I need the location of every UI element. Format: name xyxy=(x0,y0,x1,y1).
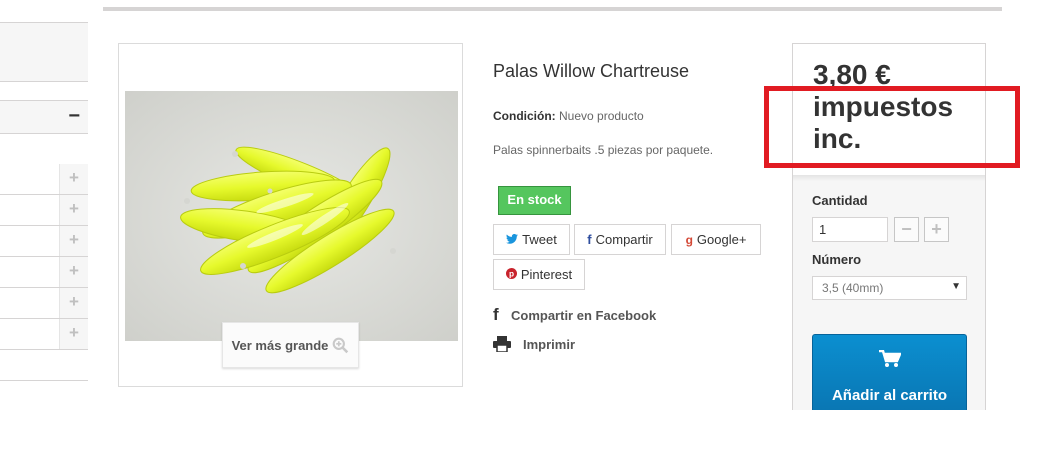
sidebar-item[interactable]: + xyxy=(0,257,88,288)
svg-text:p: p xyxy=(509,270,514,279)
view-larger-button[interactable]: Ver más grande xyxy=(222,322,359,368)
quantity-increment-button[interactable]: + xyxy=(924,217,949,242)
sidebar-item[interactable]: + xyxy=(0,319,88,350)
printer-icon xyxy=(493,336,511,352)
print-link[interactable]: Imprimir xyxy=(493,336,575,352)
quantity-decrement-button[interactable]: − xyxy=(894,217,919,242)
pinterest-icon: p xyxy=(505,267,517,282)
top-divider xyxy=(103,7,1002,11)
sidebar-header-block xyxy=(0,22,88,82)
share-facebook-label: Compartir en Facebook xyxy=(511,307,657,323)
expand-icon[interactable]: + xyxy=(59,226,88,256)
number-select-value: 3,5 (40mm) xyxy=(822,281,884,295)
lure-blades-image xyxy=(125,91,458,341)
facebook-icon: f xyxy=(493,305,499,324)
condition-label: Condición: xyxy=(493,109,556,123)
google-plus-label: Google+ xyxy=(696,232,747,247)
number-label: Número xyxy=(812,252,862,267)
number-select[interactable]: 3,5 (40mm) ▼ xyxy=(812,276,967,300)
product-image-box: Ver más grande xyxy=(118,43,463,387)
expand-icon[interactable]: + xyxy=(59,288,88,318)
expand-icon[interactable]: + xyxy=(59,319,88,349)
sidebar-section-header[interactable]: − xyxy=(0,100,88,134)
twitter-icon xyxy=(506,232,519,247)
quantity-input[interactable] xyxy=(812,217,888,242)
tweet-button[interactable]: Tweet xyxy=(493,224,570,255)
quantity-label: Cantidad xyxy=(812,193,868,208)
expand-icon[interactable]: + xyxy=(59,257,88,287)
product-condition: Condición: Nuevo producto xyxy=(493,109,644,123)
sidebar-item[interactable]: + xyxy=(0,226,88,257)
category-sidebar: − + + + + + + xyxy=(0,0,88,381)
pinterest-button[interactable]: p Pinterest xyxy=(493,259,585,290)
google-plus-button[interactable]: g Google+ xyxy=(671,224,761,255)
share-button[interactable]: f Compartir xyxy=(574,224,666,255)
stock-badge: En stock xyxy=(498,186,571,215)
product-description: Palas spinnerbaits .5 piezas por paquete… xyxy=(493,143,714,157)
divider xyxy=(793,175,985,181)
sidebar-item[interactable]: + xyxy=(0,164,88,195)
sidebar-item[interactable]: + xyxy=(0,195,88,226)
product-title: Palas Willow Chartreuse xyxy=(493,61,690,81)
divider xyxy=(0,380,88,381)
zoom-icon xyxy=(333,337,349,353)
expand-icon[interactable]: + xyxy=(59,164,88,194)
collapse-icon[interactable]: − xyxy=(68,105,80,127)
share-label: Compartir xyxy=(595,232,653,247)
tweet-label: Tweet xyxy=(522,232,557,247)
condition-value: Nuevo producto xyxy=(559,109,644,123)
price-highlight-box xyxy=(764,86,1020,168)
share-facebook-link[interactable]: f Compartir en Facebook xyxy=(493,305,656,325)
pinterest-label: Pinterest xyxy=(520,267,573,282)
sidebar-item[interactable]: + xyxy=(0,288,88,319)
view-larger-label: Ver más grande xyxy=(231,337,329,353)
add-to-cart-button[interactable]: Añadir al carrito xyxy=(812,334,967,410)
facebook-icon: f xyxy=(587,232,592,247)
chevron-down-icon: ▼ xyxy=(951,281,961,292)
google-plus-icon: g xyxy=(685,232,693,247)
expand-icon[interactable]: + xyxy=(59,195,88,225)
print-label: Imprimir xyxy=(523,336,576,352)
add-to-cart-label: Añadir al carrito xyxy=(831,387,948,404)
product-photo[interactable] xyxy=(125,91,458,341)
cart-icon xyxy=(813,349,966,373)
